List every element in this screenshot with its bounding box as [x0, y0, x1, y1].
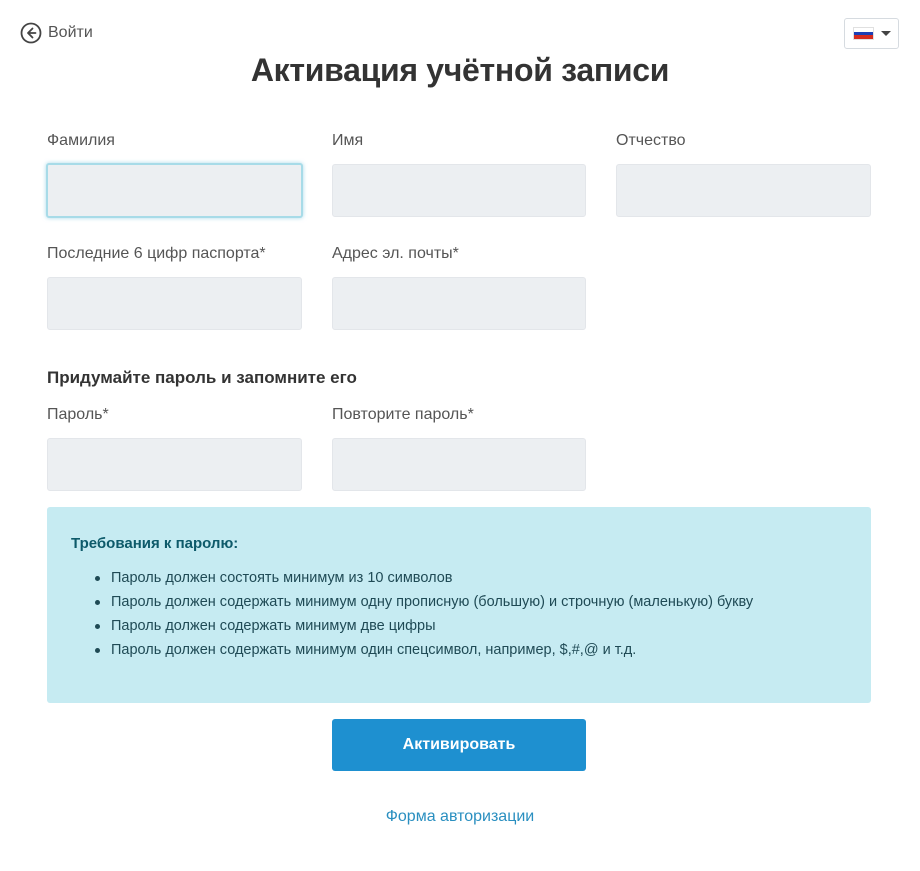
last-name-label: Фамилия — [47, 132, 115, 149]
first-name-label: Имя — [332, 132, 364, 149]
password-label: Пароль* — [47, 406, 109, 423]
email-input[interactable] — [332, 277, 586, 330]
arrow-left-circle-icon — [20, 22, 42, 44]
requirement-item: Пароль должен содержать минимум одну про… — [71, 590, 847, 614]
caret-down-icon — [880, 31, 891, 36]
middle-name-label: Отчество — [616, 132, 686, 149]
language-selector[interactable] — [844, 18, 899, 49]
email-label: Адрес эл. почты* — [332, 245, 459, 262]
password-input[interactable] — [47, 438, 302, 491]
requirement-item: Пароль должен состоять минимум из 10 сим… — [71, 566, 847, 590]
page-title: Активация учётной записи — [250, 52, 670, 88]
first-name-input[interactable] — [332, 164, 586, 217]
passport-digits-input[interactable] — [47, 277, 302, 330]
requirement-item: Пароль должен содержать минимум две цифр… — [71, 614, 847, 638]
back-link-label: Войти — [48, 24, 93, 41]
activate-button[interactable]: Активировать — [332, 719, 586, 771]
back-to-login-link[interactable]: Войти — [20, 22, 93, 44]
middle-name-input[interactable] — [616, 164, 871, 217]
login-form-link[interactable]: Форма авторизации — [0, 808, 920, 826]
requirement-item: Пароль должен содержать минимум один спе… — [71, 638, 847, 662]
russia-flag-icon — [852, 27, 874, 40]
password-repeat-input[interactable] — [332, 438, 586, 491]
requirements-title: Требования к паролю: — [71, 535, 239, 552]
password-repeat-label: Повторите пароль* — [332, 406, 474, 423]
requirements-list: Пароль должен состоять минимум из 10 сим… — [71, 566, 847, 662]
password-requirements-box: Требования к паролю: Пароль должен состо… — [47, 507, 871, 703]
last-name-input[interactable] — [46, 163, 303, 218]
passport-label: Последние 6 цифр паспорта* — [47, 245, 266, 262]
password-section-title: Придумайте пароль и запомните его — [47, 368, 357, 387]
